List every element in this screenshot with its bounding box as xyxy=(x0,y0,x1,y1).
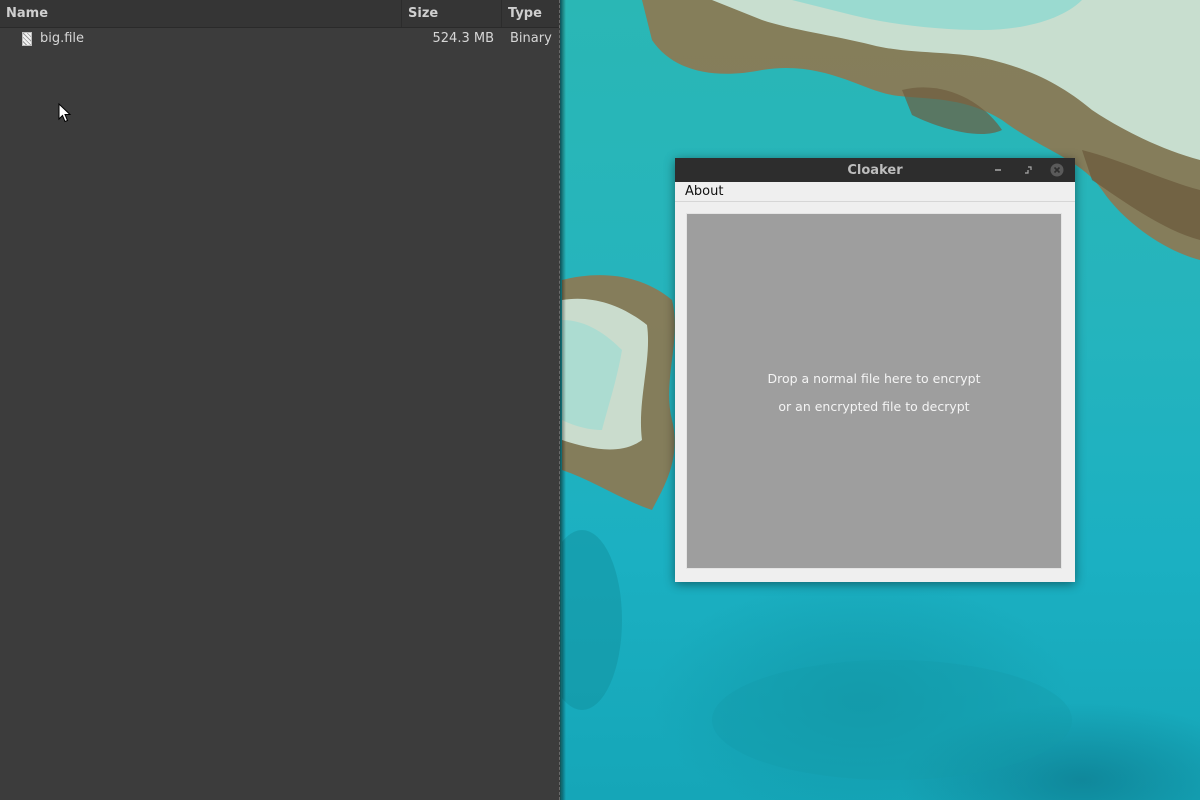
binary-file-icon xyxy=(22,32,32,46)
window-titlebar[interactable]: Cloaker xyxy=(675,158,1075,182)
restore-icon xyxy=(1025,166,1032,174)
desktop-screen: Name Size Type big.file 524.3 MB Binary … xyxy=(0,0,1200,800)
pane-shadow xyxy=(560,0,566,800)
drop-instruction-encrypt: Drop a normal file here to encrypt xyxy=(767,371,981,386)
file-name: big.file xyxy=(40,31,85,46)
cloaker-window: Cloaker About Drop a normal file here to… xyxy=(675,158,1075,582)
close-icon xyxy=(1050,163,1064,177)
file-drop-zone[interactable]: Drop a normal file here to encrypt or an… xyxy=(686,213,1062,569)
minimize-icon xyxy=(995,169,1001,171)
maximize-button[interactable] xyxy=(1020,162,1036,178)
file-size: 524.3 MB xyxy=(432,31,494,46)
menu-item-about[interactable]: About xyxy=(685,184,723,199)
column-header-name[interactable]: Name xyxy=(0,0,402,27)
minimize-button[interactable] xyxy=(990,162,1006,178)
window-title: Cloaker xyxy=(847,163,903,178)
file-list-header: Name Size Type xyxy=(0,0,559,28)
file-type: Binary xyxy=(510,31,552,46)
file-list-pane[interactable]: Name Size Type big.file 524.3 MB Binary xyxy=(0,0,560,800)
file-row[interactable]: big.file 524.3 MB Binary xyxy=(0,28,559,52)
column-header-size[interactable]: Size xyxy=(402,0,502,27)
column-header-type[interactable]: Type xyxy=(502,0,559,27)
menu-bar: About xyxy=(675,182,1075,202)
mouse-pointer-icon xyxy=(58,103,72,123)
drop-instruction-decrypt: or an encrypted file to decrypt xyxy=(778,399,970,414)
close-button[interactable] xyxy=(1049,162,1065,178)
